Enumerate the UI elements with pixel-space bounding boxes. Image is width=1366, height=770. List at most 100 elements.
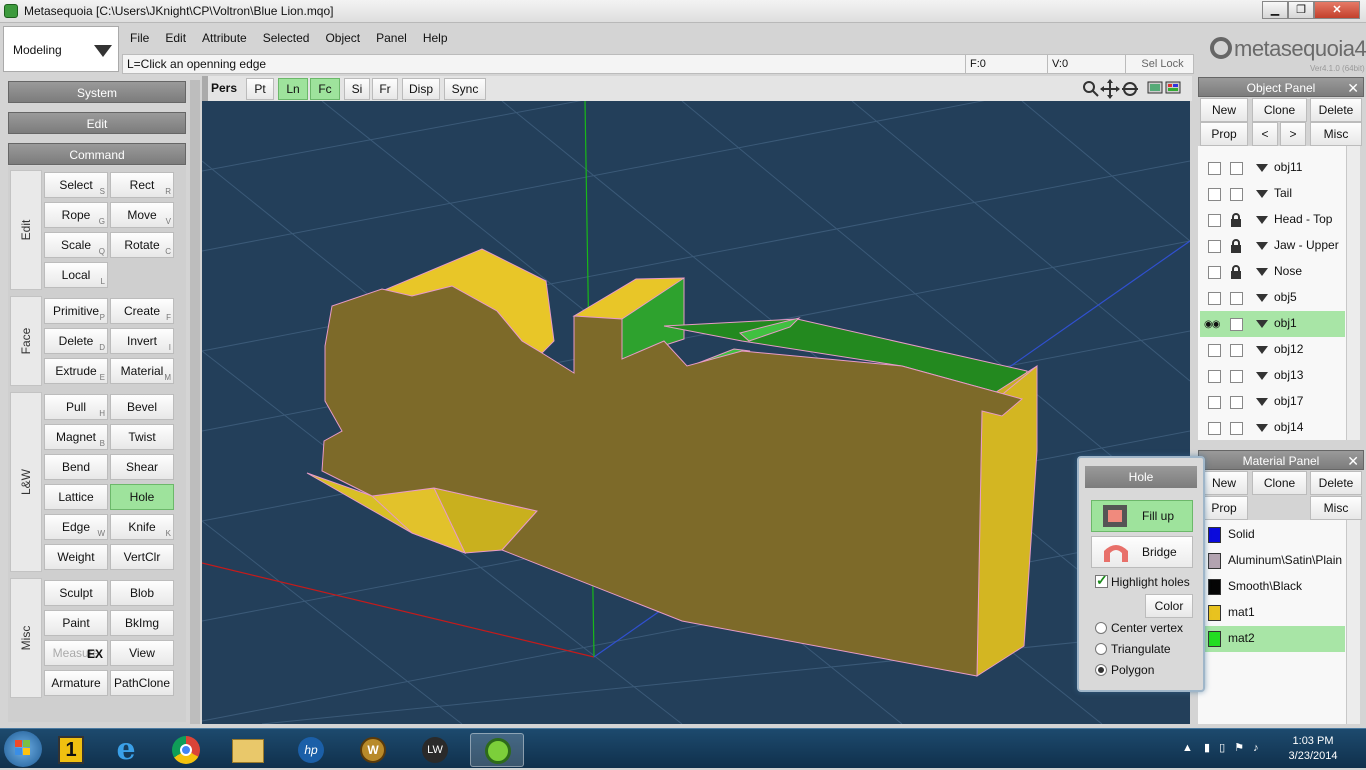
- material-row[interactable]: Solid: [1200, 522, 1345, 548]
- hp-app-icon[interactable]: hp: [284, 733, 338, 767]
- knife-button[interactable]: Knife K: [110, 514, 174, 540]
- close-icon[interactable]: ✕: [1347, 78, 1359, 98]
- object-row[interactable]: obj13: [1200, 363, 1345, 389]
- viewport-canvas[interactable]: [202, 101, 1190, 724]
- select-button[interactable]: Select S: [44, 172, 108, 198]
- expand-triangle-icon[interactable]: [1256, 346, 1268, 354]
- magnet-button[interactable]: Magnet B: [44, 424, 108, 450]
- visible-eye-icon[interactable]: ◉◉: [1204, 319, 1220, 330]
- object-row[interactable]: Head - Top: [1200, 207, 1345, 233]
- material-clone-button[interactable]: Clone: [1252, 471, 1307, 495]
- lock-checkbox[interactable]: [1230, 292, 1243, 305]
- lock-checkbox[interactable]: [1230, 370, 1243, 383]
- mode-select[interactable]: Modeling: [3, 26, 119, 72]
- object-row[interactable]: obj17: [1200, 389, 1345, 415]
- system-header[interactable]: System: [8, 81, 186, 103]
- hole-button[interactable]: Hole: [110, 484, 174, 510]
- menu-file[interactable]: File: [122, 26, 157, 50]
- object-row[interactable]: obj14: [1200, 415, 1345, 441]
- center-vertex-radio[interactable]: [1095, 622, 1107, 634]
- visibility-checkbox[interactable]: [1208, 370, 1221, 383]
- command-header[interactable]: Command: [8, 143, 186, 165]
- edit-header[interactable]: Edit: [8, 112, 186, 134]
- visibility-checkbox[interactable]: [1208, 292, 1221, 305]
- object-delete-button[interactable]: Delete: [1310, 98, 1362, 122]
- screen-layout-icon[interactable]: [1147, 81, 1181, 94]
- view-button[interactable]: View: [110, 640, 174, 666]
- object-misc-button[interactable]: Misc: [1310, 122, 1362, 146]
- material-new-button[interactable]: New: [1200, 471, 1248, 495]
- menu-attribute[interactable]: Attribute: [194, 26, 255, 50]
- object-prop-button[interactable]: Prop: [1200, 122, 1248, 146]
- material-delete-button[interactable]: Delete: [1310, 471, 1362, 495]
- vertclr-button[interactable]: VertClr: [110, 544, 174, 570]
- internet-explorer-icon[interactable]: e: [98, 733, 152, 767]
- rope-button[interactable]: Rope G: [44, 202, 108, 228]
- pan-icon[interactable]: [1100, 79, 1120, 99]
- material-prop-button[interactable]: Prop: [1200, 496, 1248, 520]
- lock-checkbox[interactable]: [1230, 318, 1243, 331]
- metasequoia-taskbar-icon[interactable]: [470, 733, 524, 767]
- object-prev-button[interactable]: <: [1252, 122, 1278, 146]
- object-row[interactable]: obj11: [1200, 155, 1345, 181]
- minimize-button[interactable]: ▁: [1262, 1, 1288, 19]
- twist-button[interactable]: Twist: [110, 424, 174, 450]
- expand-triangle-icon[interactable]: [1256, 398, 1268, 406]
- menu-help[interactable]: Help: [415, 26, 456, 50]
- pull-button[interactable]: Pull H: [44, 394, 108, 420]
- rotate-button[interactable]: Rotate C: [110, 232, 174, 258]
- object-row[interactable]: obj5: [1200, 285, 1345, 311]
- expand-triangle-icon[interactable]: [1256, 320, 1268, 328]
- world-of-warcraft-icon[interactable]: W: [346, 733, 400, 767]
- file-explorer-icon[interactable]: [220, 733, 274, 767]
- polygon-radio[interactable]: [1095, 664, 1107, 676]
- show-hidden-icons-icon[interactable]: ▲: [1182, 742, 1193, 754]
- delete-button[interactable]: Delete D: [44, 328, 108, 354]
- material-list-scrollbar[interactable]: [1346, 520, 1360, 724]
- clock[interactable]: 1:03 PM 3/23/2014: [1278, 734, 1348, 764]
- measure-button[interactable]: Measure EX: [44, 640, 108, 666]
- blob-button[interactable]: Blob: [110, 580, 174, 606]
- material-row[interactable]: mat2: [1200, 626, 1345, 652]
- visibility-checkbox[interactable]: [1208, 214, 1221, 227]
- bend-button[interactable]: Bend: [44, 454, 108, 480]
- view-fr-button[interactable]: Fr: [372, 78, 398, 100]
- view-pers-button[interactable]: Pers: [206, 78, 242, 100]
- menu-panel[interactable]: Panel: [368, 26, 415, 50]
- visibility-checkbox[interactable]: [1208, 266, 1221, 279]
- menu-object[interactable]: Object: [317, 26, 368, 50]
- sculpt-button[interactable]: Sculpt: [44, 580, 108, 606]
- object-next-button[interactable]: >: [1280, 122, 1306, 146]
- close-button[interactable]: ✕: [1314, 1, 1360, 19]
- network-icon[interactable]: ▮: [1204, 742, 1210, 754]
- scale-button[interactable]: Scale Q: [44, 232, 108, 258]
- shear-button[interactable]: Shear: [110, 454, 174, 480]
- invert-button[interactable]: Invert I: [110, 328, 174, 354]
- lattice-button[interactable]: Lattice: [44, 484, 108, 510]
- material-row[interactable]: Smooth\Black: [1200, 574, 1345, 600]
- chrome-icon[interactable]: [158, 733, 212, 767]
- lightwave-icon[interactable]: LW: [408, 733, 462, 767]
- paint-button[interactable]: Paint: [44, 610, 108, 636]
- expand-triangle-icon[interactable]: [1256, 424, 1268, 432]
- visibility-checkbox[interactable]: [1208, 188, 1221, 201]
- lock-icon[interactable]: [1230, 265, 1242, 279]
- highlight-holes-checkbox[interactable]: ✓: [1095, 572, 1108, 588]
- material-row[interactable]: mat1: [1200, 600, 1345, 626]
- object-row[interactable]: ◉◉ obj1: [1200, 311, 1345, 337]
- edge-button[interactable]: Edge W: [44, 514, 108, 540]
- view-ln-button[interactable]: Ln: [278, 78, 308, 100]
- lock-checkbox[interactable]: [1230, 162, 1243, 175]
- view-pt-button[interactable]: Pt: [246, 78, 274, 100]
- object-row[interactable]: Nose: [1200, 259, 1345, 285]
- left-scrollbar[interactable]: [190, 80, 200, 724]
- lock-checkbox[interactable]: [1230, 422, 1243, 435]
- menu-selected[interactable]: Selected: [255, 26, 318, 50]
- weight-button[interactable]: Weight: [44, 544, 108, 570]
- battery-icon[interactable]: ▯: [1219, 742, 1225, 754]
- view-sync-button[interactable]: Sync: [444, 78, 486, 100]
- fill-up-button[interactable]: Fill up: [1091, 500, 1193, 532]
- 3d-viewport[interactable]: [202, 101, 1190, 724]
- primitive-button[interactable]: Primitive P: [44, 298, 108, 324]
- material-misc-button[interactable]: Misc: [1310, 496, 1362, 520]
